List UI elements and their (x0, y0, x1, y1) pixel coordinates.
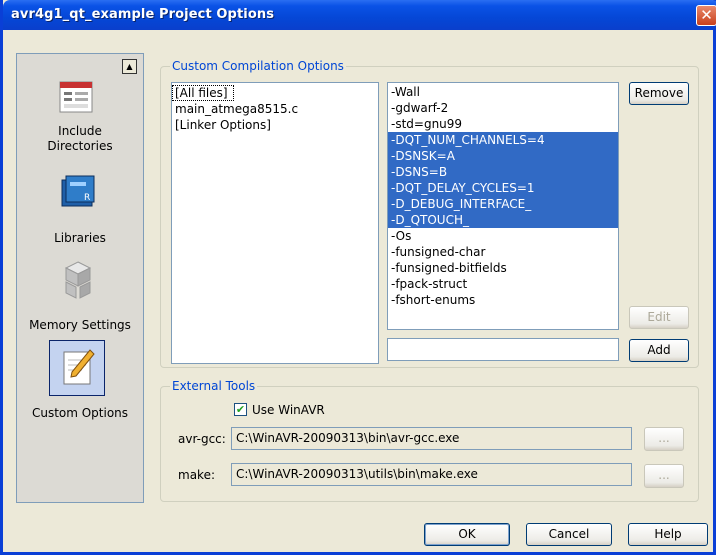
option-item[interactable]: -D_QTOUCH_ (388, 212, 618, 228)
option-item[interactable]: -DQT_NUM_CHANNELS=4 (388, 132, 618, 148)
svg-text:R: R (84, 193, 90, 203)
avr-gcc-path-field[interactable]: C:\WinAVR-20090313\bin\avr-gcc.exe (231, 427, 632, 450)
make-path-field[interactable]: C:\WinAVR-20090313\utils\bin\make.exe (231, 463, 632, 486)
use-winavr-checkbox[interactable]: ✔ (234, 403, 247, 416)
option-item[interactable]: -Wall (388, 84, 618, 100)
option-item[interactable]: -std=gnu99 (388, 116, 618, 132)
custom-compilation-group-title: Custom Compilation Options (170, 59, 346, 73)
title-bar[interactable]: avr4g1_qt_example Project Options ✕ (3, 0, 716, 30)
sidebar-item-include-directories[interactable]: Include Directories (17, 54, 143, 164)
edit-button[interactable]: Edit (629, 306, 689, 329)
sidebar-item-label: Memory Settings (29, 318, 131, 332)
avr-gcc-browse-button[interactable]: ... (644, 427, 684, 451)
include-directories-icon (59, 81, 93, 113)
help-button[interactable]: Help (628, 523, 708, 546)
options-sidebar: ▲ Include Directories R Libraries Memory… (16, 53, 144, 503)
option-list[interactable]: -Wall -gdwarf-2 -std=gnu99 -DQT_NUM_CHANNEL… (387, 82, 619, 330)
custom-options-icon (63, 349, 95, 385)
avr-gcc-label: avr-gcc: (178, 432, 226, 446)
memory-settings-icon (64, 261, 92, 299)
option-item[interactable]: -fshort-enums (388, 292, 618, 308)
option-item[interactable]: -Os (388, 228, 618, 244)
option-item[interactable]: -fpack-struct (388, 276, 618, 292)
option-item[interactable]: -funsigned-bitfields (388, 260, 618, 276)
project-options-dialog: avr4g1_qt_example Project Options ✕ ▲ In… (0, 0, 716, 555)
make-label: make: (178, 468, 215, 482)
remove-button[interactable]: Remove (629, 82, 689, 105)
new-option-input[interactable] (387, 338, 619, 361)
ok-button[interactable]: OK (424, 523, 510, 546)
close-icon[interactable]: ✕ (696, 5, 716, 26)
sidebar-item-label: Libraries (54, 231, 106, 245)
libraries-icon: R (61, 175, 95, 207)
sidebar-item-custom-options[interactable]: Custom Options (17, 340, 143, 430)
sidebar-item-label: Include Directories (47, 124, 113, 153)
option-item[interactable]: -DSNSK=A (388, 148, 618, 164)
add-button[interactable]: Add (629, 339, 689, 362)
file-list[interactable]: [All files] main_atmega8515.c [Linker Op… (171, 82, 379, 364)
sidebar-item-label: Custom Options (31, 406, 129, 420)
cancel-button[interactable]: Cancel (526, 523, 612, 546)
list-item[interactable]: [All files] (172, 85, 234, 101)
list-item[interactable]: main_atmega8515.c (172, 101, 378, 117)
external-tools-group-title: External Tools (170, 379, 258, 393)
make-browse-button[interactable]: ... (644, 464, 684, 488)
option-item[interactable]: -gdwarf-2 (388, 100, 618, 116)
use-winavr-label: Use WinAVR (252, 403, 325, 417)
option-item[interactable]: -funsigned-char (388, 244, 618, 260)
sidebar-item-memory-settings[interactable]: Memory Settings (17, 254, 143, 340)
option-item[interactable]: -D_DEBUG_INTERFACE_ (388, 196, 618, 212)
window-title: avr4g1_qt_example Project Options (11, 7, 275, 22)
list-item[interactable]: [Linker Options] (172, 117, 378, 133)
option-item[interactable]: -DQT_DELAY_CYCLES=1 (388, 180, 618, 196)
sidebar-item-libraries[interactable]: R Libraries (17, 166, 143, 254)
option-item[interactable]: -DSNS=B (388, 164, 618, 180)
